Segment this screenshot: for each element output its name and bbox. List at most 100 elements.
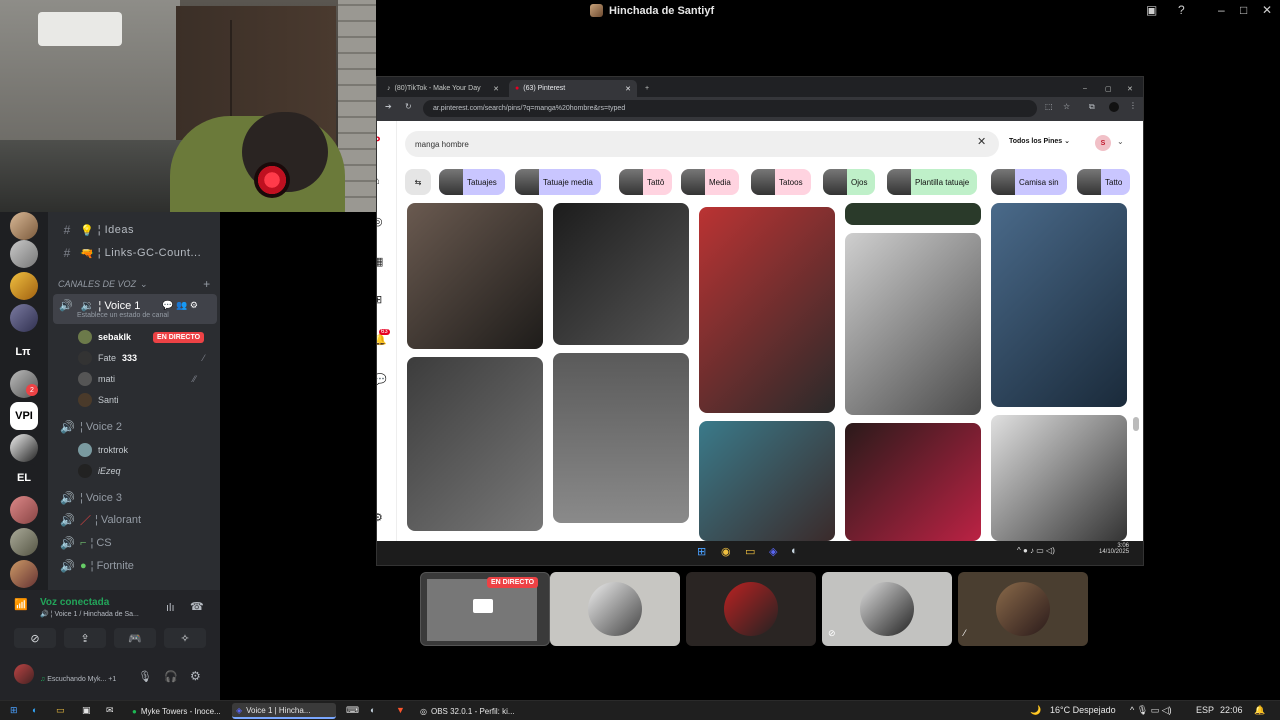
minimize-icon[interactable]: –: [1077, 80, 1093, 97]
voice-category[interactable]: CANALES DE VOZ ⌄ +: [48, 274, 220, 294]
taskbar-app-obs[interactable]: ◎ OBS 32.0.1 - Perfil: ki...: [416, 703, 520, 719]
camera-button[interactable]: ⊘: [14, 628, 56, 648]
channel-links[interactable]: # 🔫 ¦ Links-GC-Count...: [48, 243, 220, 263]
create-icon[interactable]: ⊞: [377, 293, 382, 306]
pin-image[interactable]: [407, 203, 543, 349]
chip-tatto-2[interactable]: Tatto: [1077, 169, 1131, 195]
chip-plantilla-tatuaje[interactable]: Plantilla tatuaje: [887, 169, 978, 195]
chip-media[interactable]: Media: [681, 169, 739, 195]
pins-filter-dropdown[interactable]: Todos los Pines ⌄: [1009, 137, 1070, 145]
server-icon[interactable]: [10, 434, 38, 462]
voice-channel-fortnite[interactable]: 🔊 ● ¦ Fortnite: [48, 556, 220, 576]
tab-tiktok[interactable]: ♪ (80)TikTok - Make Your Day ✕: [381, 80, 505, 97]
pin-image[interactable]: [553, 353, 689, 523]
avatar[interactable]: [14, 664, 34, 684]
participant-tile[interactable]: ⊘: [822, 572, 952, 646]
microphone-icon[interactable]: 🎙: [138, 670, 152, 683]
app-icon[interactable]: ▣: [82, 705, 91, 716]
channel-ideas[interactable]: # 💡 ¦ Ideas: [48, 220, 220, 240]
chrome-icon[interactable]: ◉: [721, 545, 731, 558]
minimize-icon[interactable]: –: [1218, 3, 1225, 17]
taskbar-app-spotify[interactable]: ● Myke Towers - Inoce...: [128, 703, 228, 719]
taskbar-app-discord[interactable]: ◈ Voice 1 | Hincha...: [232, 703, 336, 719]
profile-icon[interactable]: [1109, 102, 1119, 112]
maximize-icon[interactable]: □: [1240, 3, 1247, 17]
folder-icon[interactable]: ▭: [745, 545, 755, 558]
windows-start-icon[interactable]: ⊞: [697, 545, 706, 558]
server-text-icon[interactable]: VPI: [10, 402, 38, 430]
server-icon[interactable]: [10, 272, 38, 300]
disconnect-icon[interactable]: ☎: [190, 600, 204, 613]
folder-icon[interactable]: ▭: [56, 705, 65, 716]
server-icon[interactable]: [10, 528, 38, 556]
steam-icon[interactable]: ◐: [791, 545, 798, 557]
pinterest-logo-icon[interactable]: P: [377, 135, 380, 147]
chip-tatuaje-media[interactable]: Tatuaje media: [515, 169, 601, 195]
maximize-icon[interactable]: ▢: [1099, 80, 1118, 97]
mail-icon[interactable]: ✉: [106, 705, 114, 716]
chat-icon[interactable]: 💬 👥 ⚙: [162, 300, 197, 311]
voice-channel-2[interactable]: 🔊 ¦ Voice 2: [48, 417, 220, 437]
screen-share-button[interactable]: ⇪: [64, 628, 106, 648]
pin-image[interactable]: [407, 357, 543, 531]
chip-tatoos[interactable]: Tatoos: [751, 169, 811, 195]
server-text-icon[interactable]: Lπ: [8, 338, 38, 366]
server-text-icon[interactable]: EL: [10, 464, 38, 492]
edge-icon[interactable]: ◐: [32, 705, 37, 715]
new-tab-icon[interactable]: +: [639, 80, 655, 97]
voice-user[interactable]: troktrok: [78, 441, 128, 459]
discord-icon[interactable]: ◈: [769, 545, 777, 558]
server-icon[interactable]: [10, 240, 38, 268]
soundboard-icon[interactable]: ılı: [166, 602, 175, 614]
close-icon[interactable]: ✕: [1121, 80, 1139, 97]
voice-user[interactable]: mati ⁄⁄: [78, 370, 196, 388]
pin-image[interactable]: [845, 423, 981, 541]
clock[interactable]: 22:06: [1220, 705, 1243, 715]
brave-icon[interactable]: ▼: [396, 705, 405, 715]
chip-tatuajes[interactable]: Tatuajes: [439, 169, 505, 195]
chip-camisa-sin[interactable]: Camisa sin: [991, 169, 1067, 195]
tray-icons[interactable]: ^ 🎙 ▭ ◁): [1130, 705, 1172, 716]
voice-user[interactable]: Santi: [78, 391, 119, 409]
close-tab-icon[interactable]: ✕: [625, 85, 631, 93]
tab-pinterest[interactable]: ● (63) Pinterest ✕: [509, 80, 637, 97]
pin-image[interactable]: [991, 415, 1127, 541]
windows-start-icon[interactable]: ⊞: [10, 705, 18, 716]
server-icon[interactable]: [10, 304, 38, 332]
weather-text[interactable]: 16°C Despejado: [1050, 705, 1116, 715]
soundboard-button[interactable]: ✧: [164, 628, 206, 648]
help-icon[interactable]: ?: [1178, 3, 1185, 17]
url-field[interactable]: ar.pinterest.com/search/pins/?q=manga%20…: [423, 100, 1037, 117]
explore-icon[interactable]: ◎: [377, 215, 383, 228]
pin-image[interactable]: [845, 233, 981, 415]
voice-channel-3[interactable]: 🔊 ¦ Voice 3: [48, 488, 220, 508]
server-icon[interactable]: [10, 560, 38, 588]
filter-chip[interactable]: ⇆: [405, 169, 431, 195]
chevron-down-icon[interactable]: ⌄: [1117, 137, 1124, 146]
voice-user[interactable]: iEzeq: [78, 462, 121, 480]
inbox-icon[interactable]: ▣: [1146, 3, 1157, 17]
settings-icon[interactable]: ⚙: [190, 669, 201, 683]
reload-icon[interactable]: ↻: [405, 102, 412, 111]
extensions-icon[interactable]: ⧉: [1089, 102, 1095, 112]
pin-image[interactable]: [699, 421, 835, 541]
voice-channel-1[interactable]: 🔊 🔉 ¦ Voice 1 💬 👥 ⚙ Establece un estado …: [53, 294, 217, 324]
notifications-icon[interactable]: 🔔: [1254, 705, 1265, 716]
bookmark-star-icon[interactable]: ☆: [1063, 102, 1070, 111]
voice-channel-valorant[interactable]: 🔊 ／ ¦ Valorant: [48, 510, 220, 530]
participant-tile[interactable]: [550, 572, 680, 646]
participant-tile-stream[interactable]: EN DIRECTO: [420, 572, 550, 646]
home-icon[interactable]: ⌂: [377, 175, 380, 187]
voice-channel-cs[interactable]: 🔊 ⌐ ¦ CS: [48, 533, 220, 553]
channel-status[interactable]: Establece un estado de canal: [77, 312, 169, 319]
steam-icon[interactable]: ◐: [370, 705, 375, 715]
participant-tile[interactable]: ⁄: [958, 572, 1088, 646]
install-icon[interactable]: ⬚: [1045, 102, 1053, 111]
pin-image[interactable]: [699, 207, 835, 413]
settings-icon[interactable]: ⚙: [377, 511, 383, 524]
chip-tatto[interactable]: Tattô: [619, 169, 673, 195]
terminal-icon[interactable]: ⌨: [346, 705, 359, 716]
back-icon[interactable]: ➔: [385, 102, 392, 111]
user-avatar[interactable]: S: [1095, 135, 1111, 151]
language-indicator[interactable]: ESP: [1196, 705, 1214, 715]
